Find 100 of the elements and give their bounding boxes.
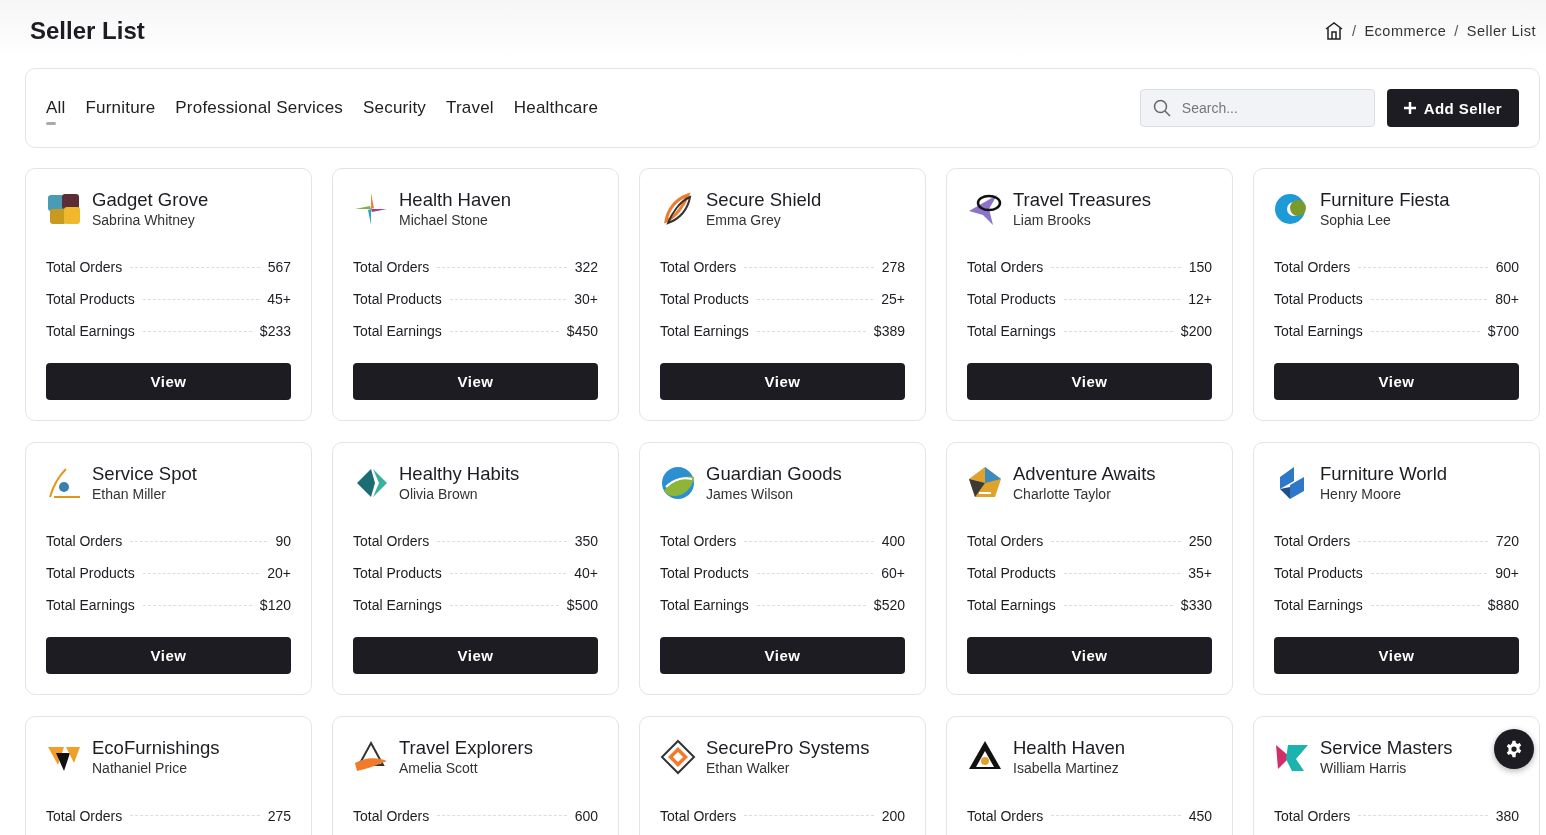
view-button[interactable]: View	[967, 637, 1212, 674]
view-button[interactable]: View	[353, 363, 598, 400]
stat-label: Total Orders	[967, 259, 1044, 275]
company-logo-icon	[46, 191, 82, 227]
stat-value: 400	[881, 533, 905, 549]
stat-value: 60+	[881, 565, 905, 581]
owner-name: Ethan Miller	[92, 485, 167, 503]
company-logo-icon	[660, 465, 696, 501]
stat-value: $330	[1180, 597, 1212, 614]
view-button[interactable]: View	[353, 637, 598, 674]
stat-label: Total Orders	[46, 259, 123, 275]
seller-name: Gadget Grove	[92, 189, 209, 211]
seller-name: EcoFurnishings	[92, 737, 220, 759]
stat-label: Total Orders	[967, 807, 1044, 824]
stat-label: Total Earnings	[1274, 323, 1363, 340]
seller-name: Furniture World	[1320, 463, 1448, 485]
view-button[interactable]: View	[46, 637, 291, 674]
stat-label: Total Orders	[660, 533, 737, 549]
seller-name: Service Spot	[92, 463, 197, 485]
filter-tab[interactable]: All	[46, 94, 66, 122]
stat-label: Total Earnings	[46, 323, 135, 340]
stat-label: Total Earnings	[967, 323, 1056, 340]
breadcrumb-item: Seller List	[1466, 23, 1536, 39]
stat-value: 567	[267, 259, 291, 275]
stat-label: Total Earnings	[967, 597, 1056, 614]
stat-label: Total Orders	[967, 533, 1044, 549]
owner-name: Michael Stone	[399, 211, 489, 229]
stat-value: $500	[566, 597, 598, 614]
stat-value: 278	[881, 259, 905, 275]
owner-name: Isabella Martinez	[1013, 759, 1120, 777]
view-button[interactable]: View	[967, 363, 1212, 400]
search-field[interactable]: Search...	[1139, 89, 1375, 127]
seller-name: SecurePro Systems	[706, 737, 870, 759]
owner-name: Emma Grey	[706, 211, 782, 229]
stat-value: $450	[566, 323, 598, 340]
stat-value: $520	[873, 597, 905, 614]
stat-value: 600	[574, 807, 598, 824]
owner-name: Ethan Walker	[706, 759, 791, 777]
filter-tab[interactable]: Healthcare	[513, 94, 599, 122]
stat-value: 45+	[267, 291, 291, 307]
filter-tab[interactable]: Travel	[446, 94, 494, 122]
filter-tab[interactable]: Furniture	[85, 94, 156, 122]
filter-tab[interactable]: Security	[363, 94, 426, 122]
home-icon[interactable]	[1323, 21, 1344, 41]
owner-name: William Harris	[1320, 759, 1408, 777]
stat-label: Total Orders	[353, 259, 430, 275]
stat-value: 200	[881, 807, 905, 824]
stat-value: $880	[1487, 597, 1519, 614]
seller-name: Travel Treasures	[1013, 189, 1152, 211]
seller-name: Service Masters	[1320, 737, 1453, 759]
company-logo-icon	[660, 739, 696, 775]
stat-label: Total Earnings	[1274, 597, 1363, 614]
stat-value: 350	[574, 533, 598, 549]
stat-label: Total Products	[1274, 565, 1363, 581]
stat-label: Total Orders	[660, 259, 737, 275]
stat-value: 40+	[574, 565, 598, 581]
seller-name: Furniture Fiesta	[1320, 189, 1450, 211]
stat-label: Total Orders	[46, 807, 123, 824]
seller-name: Guardian Goods	[706, 463, 842, 485]
seller-name: Secure Shield	[706, 189, 822, 211]
stat-label: Total Products	[660, 565, 749, 581]
stat-value: 12+	[1188, 291, 1212, 307]
stat-value: $200	[1180, 323, 1212, 340]
view-button[interactable]: View	[46, 363, 291, 400]
stat-value: $389	[873, 323, 905, 340]
owner-name: Sophia Lee	[1320, 211, 1392, 229]
view-button[interactable]: View	[1274, 363, 1519, 400]
stat-label: Total Orders	[353, 533, 430, 549]
stat-value: 250	[1188, 533, 1212, 549]
breadcrumb-separator: /	[1351, 23, 1357, 39]
stat-label: Total Orders	[1274, 533, 1351, 549]
seller-name: Health Haven	[1013, 737, 1126, 759]
view-button[interactable]: View	[660, 637, 905, 674]
stat-label: Total Products	[46, 291, 135, 307]
stat-label: Total Orders	[46, 533, 123, 549]
stat-label: Total Earnings	[46, 597, 135, 614]
seller-name: Healthy Habits	[399, 463, 520, 485]
breadcrumb-separator: /	[1454, 23, 1459, 39]
stat-label: Total Products	[967, 565, 1056, 581]
owner-name: James Wilson	[706, 485, 795, 503]
stat-value: 380	[1495, 807, 1519, 824]
stat-label: Total Orders	[1274, 807, 1351, 824]
stat-label: Total Earnings	[660, 323, 749, 340]
breadcrumb-item[interactable]: Ecommerce	[1364, 23, 1447, 39]
stat-value: 720	[1495, 533, 1519, 549]
stat-label: Total Products	[46, 565, 135, 581]
owner-name: Liam Brooks	[1013, 211, 1092, 229]
stat-label: Total Earnings	[353, 597, 442, 614]
stat-value: 275	[267, 807, 291, 824]
view-button[interactable]: View	[1274, 637, 1519, 674]
filter-tab[interactable]: Professional Services	[175, 94, 343, 122]
stat-label: Total Earnings	[353, 323, 442, 340]
stat-label: Total Orders	[353, 807, 430, 824]
owner-name: Henry Moore	[1320, 485, 1402, 503]
view-button[interactable]: View	[660, 363, 905, 400]
add-seller-button[interactable]: Add Seller	[1386, 89, 1519, 127]
owner-name: Charlotte Taylor	[1013, 485, 1112, 503]
stat-label: Total Products	[967, 291, 1056, 307]
stat-label: Total Products	[353, 565, 442, 581]
stat-value: 90	[275, 533, 291, 549]
